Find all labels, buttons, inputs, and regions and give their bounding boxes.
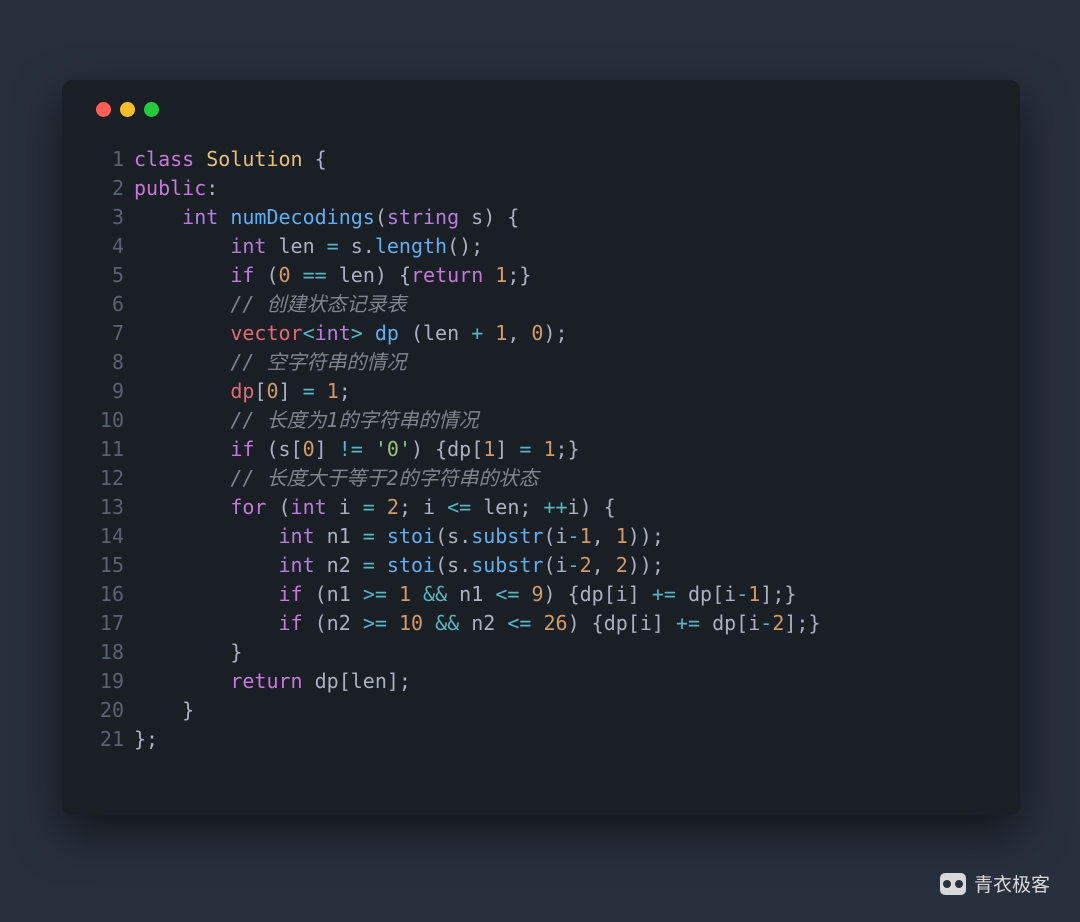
code-content: // 创建状态记录表: [134, 290, 406, 319]
code-content: if (s[0] != '0') {dp[1] = 1;}: [134, 435, 580, 464]
code-line: 13 for (int i = 2; i <= len; ++i) {: [92, 493, 990, 522]
line-number: 6: [92, 290, 134, 319]
code-content: }: [134, 638, 242, 667]
code-line: 4 int len = s.length();: [92, 232, 990, 261]
code-content: int n1 = stoi(s.substr(i-1, 1));: [134, 522, 664, 551]
code-line: 21};: [92, 725, 990, 754]
code-content: int n2 = stoi(s.substr(i-2, 2));: [134, 551, 664, 580]
line-number: 16: [92, 580, 134, 609]
code-content: dp[0] = 1;: [134, 377, 351, 406]
code-line: 6 // 创建状态记录表: [92, 290, 990, 319]
code-line: 11 if (s[0] != '0') {dp[1] = 1;}: [92, 435, 990, 464]
wechat-icon: [940, 873, 966, 895]
line-number: 4: [92, 232, 134, 261]
code-block: 1class Solution {2public:3 int numDecodi…: [92, 145, 990, 754]
minimize-icon[interactable]: [120, 102, 135, 117]
code-content: return dp[len];: [134, 667, 411, 696]
code-content: }: [134, 696, 194, 725]
line-number: 8: [92, 348, 134, 377]
line-number: 17: [92, 609, 134, 638]
line-number: 12: [92, 464, 134, 493]
code-line: 20 }: [92, 696, 990, 725]
line-number: 13: [92, 493, 134, 522]
line-number: 21: [92, 725, 134, 754]
line-number: 11: [92, 435, 134, 464]
code-line: 5 if (0 == len) {return 1;}: [92, 261, 990, 290]
zoom-icon[interactable]: [144, 102, 159, 117]
code-line: 18 }: [92, 638, 990, 667]
code-content: if (n1 >= 1 && n1 <= 9) {dp[i] += dp[i-1…: [134, 580, 796, 609]
code-content: int len = s.length();: [134, 232, 483, 261]
line-number: 1: [92, 145, 134, 174]
watermark: 青衣极客: [940, 870, 1050, 897]
code-line: 1class Solution {: [92, 145, 990, 174]
code-line: 16 if (n1 >= 1 && n1 <= 9) {dp[i] += dp[…: [92, 580, 990, 609]
code-window: 1class Solution {2public:3 int numDecodi…: [62, 80, 1020, 815]
code-line: 15 int n2 = stoi(s.substr(i-2, 2));: [92, 551, 990, 580]
code-line: 3 int numDecodings(string s) {: [92, 203, 990, 232]
line-number: 15: [92, 551, 134, 580]
code-line: 8 // 空字符串的情况: [92, 348, 990, 377]
line-number: 7: [92, 319, 134, 348]
line-number: 19: [92, 667, 134, 696]
traffic-lights: [96, 102, 990, 117]
line-number: 20: [92, 696, 134, 725]
code-line: 14 int n1 = stoi(s.substr(i-1, 1));: [92, 522, 990, 551]
line-number: 3: [92, 203, 134, 232]
line-number: 2: [92, 174, 134, 203]
line-number: 9: [92, 377, 134, 406]
close-icon[interactable]: [96, 102, 111, 117]
code-content: // 长度为1的字符串的情况: [134, 406, 479, 435]
code-content: // 空字符串的情况: [134, 348, 406, 377]
code-content: // 长度大于等于2的字符串的状态: [134, 464, 539, 493]
code-line: 9 dp[0] = 1;: [92, 377, 990, 406]
line-number: 14: [92, 522, 134, 551]
line-number: 5: [92, 261, 134, 290]
code-content: for (int i = 2; i <= len; ++i) {: [134, 493, 616, 522]
code-line: 19 return dp[len];: [92, 667, 990, 696]
code-line: 2public:: [92, 174, 990, 203]
line-number: 18: [92, 638, 134, 667]
line-number: 10: [92, 406, 134, 435]
code-content: int numDecodings(string s) {: [134, 203, 519, 232]
code-line: 10 // 长度为1的字符串的情况: [92, 406, 990, 435]
code-content: vector<int> dp (len + 1, 0);: [134, 319, 568, 348]
code-content: if (0 == len) {return 1;}: [134, 261, 531, 290]
code-content: class Solution {: [134, 145, 327, 174]
watermark-text: 青衣极客: [974, 870, 1050, 897]
code-line: 12 // 长度大于等于2的字符串的状态: [92, 464, 990, 493]
code-content: public:: [134, 174, 218, 203]
code-content: if (n2 >= 10 && n2 <= 26) {dp[i] += dp[i…: [134, 609, 821, 638]
code-content: };: [134, 725, 158, 754]
code-line: 17 if (n2 >= 10 && n2 <= 26) {dp[i] += d…: [92, 609, 990, 638]
code-line: 7 vector<int> dp (len + 1, 0);: [92, 319, 990, 348]
